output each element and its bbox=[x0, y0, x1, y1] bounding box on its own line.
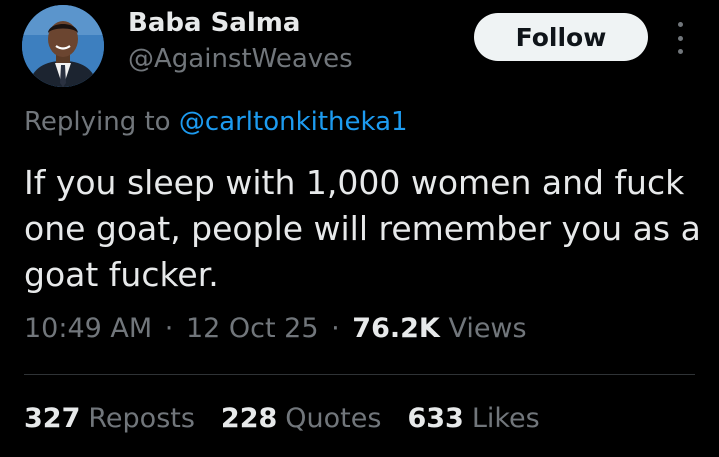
tweet-text: If you sleep with 1,000 women and fuck o… bbox=[24, 163, 701, 294]
avatar[interactable] bbox=[22, 5, 104, 87]
tweet-time[interactable]: 10:49 AM bbox=[24, 313, 152, 344]
likes-count: 633 bbox=[407, 403, 464, 434]
quotes-stat[interactable]: 228 Quotes bbox=[221, 403, 382, 434]
divider bbox=[24, 374, 695, 375]
meta-separator: · bbox=[164, 313, 174, 344]
dot bbox=[677, 22, 683, 27]
follow-button[interactable]: Follow bbox=[474, 13, 648, 61]
quotes-label: Quotes bbox=[285, 403, 382, 434]
engagement-stats: 327 Reposts 228 Quotes 633 Likes bbox=[24, 403, 540, 434]
replying-to-line: Replying to @carltonkitheka1 bbox=[24, 107, 408, 137]
likes-stat[interactable]: 633 Likes bbox=[407, 403, 539, 434]
reposts-count: 327 bbox=[24, 403, 81, 434]
replying-to-label: Replying to bbox=[24, 107, 171, 137]
author-handle[interactable]: @AgainstWeaves bbox=[128, 44, 353, 74]
reposts-label: Reposts bbox=[88, 403, 195, 434]
vertical-ellipsis-icon[interactable] bbox=[670, 22, 690, 54]
quotes-count: 228 bbox=[220, 403, 278, 434]
profile-photo-icon bbox=[22, 5, 104, 87]
likes-label: Likes bbox=[471, 403, 540, 434]
reply-mention-link[interactable]: @carltonkitheka1 bbox=[179, 107, 408, 137]
author-display-name[interactable]: Baba Salma bbox=[128, 8, 300, 38]
views-label: Views bbox=[448, 313, 527, 344]
tweet-date[interactable]: 12 Oct 25 bbox=[186, 313, 319, 344]
dot bbox=[677, 49, 683, 54]
views-count: 76.2K bbox=[352, 313, 440, 344]
dot bbox=[677, 35, 683, 41]
reposts-stat[interactable]: 327 Reposts bbox=[24, 403, 195, 434]
tweet-meta: 10:49 AM · 12 Oct 25 · 76.2K Views bbox=[24, 313, 527, 344]
meta-separator: · bbox=[331, 313, 340, 344]
